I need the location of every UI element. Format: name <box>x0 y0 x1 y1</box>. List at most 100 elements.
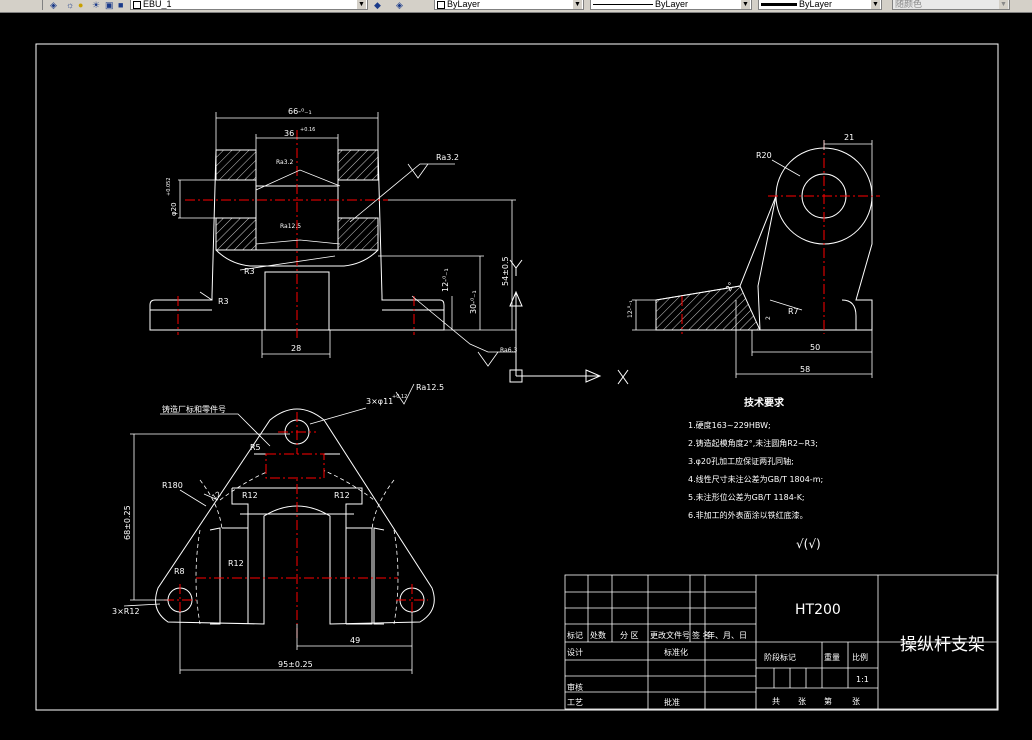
top-texts: 3×φ11 +0.12 Ra12.5 铸造厂标和零件号 R5 R180 12 R… <box>112 383 444 669</box>
dim-text: R8 <box>174 567 185 576</box>
tech-title: 技术要求 <box>744 396 785 409</box>
dim-text: 3×R12 <box>112 607 140 616</box>
linetype-swatch <box>593 4 653 6</box>
tb-label: 张 <box>798 697 806 706</box>
dim-text: 49 <box>350 636 360 645</box>
chevron-down-icon[interactable]: ▼ <box>999 0 1008 9</box>
title-block-texts: HT200 操纵杆支架 标记 处数 分 区 更改文件号 签 名 年、月、日 设计… <box>567 602 985 707</box>
top-view <box>155 408 435 625</box>
light-bulb-icon[interactable]: ● <box>78 0 83 10</box>
top-boss <box>373 527 385 625</box>
tb-label: 年、月、日 <box>707 630 747 640</box>
leader <box>255 239 341 245</box>
toolbar-edge <box>2 0 43 10</box>
side-hatch <box>655 285 761 331</box>
dim-text: 95±0.25 <box>278 660 313 669</box>
linetype-dropdown[interactable]: ByLayer ▼ <box>590 0 752 10</box>
dim-tol: +0.052 <box>166 177 172 196</box>
dim-text: 54±0.5 <box>501 256 510 286</box>
chevron-down-icon[interactable]: ▼ <box>357 0 366 9</box>
tb-label: 共 <box>772 697 780 706</box>
dim-text: R12 <box>334 491 350 500</box>
layer-on-icon[interactable]: ☼ <box>66 0 74 10</box>
tb-label: 审核 <box>567 682 583 692</box>
tech-requirements: 技术要求 1.硬度163~229HBW; 2.铸造起模角度2°,未注圆角R2~R… <box>688 396 823 551</box>
leader <box>199 291 213 301</box>
dim-text: 28 <box>291 344 301 353</box>
dim-text: R12 <box>228 559 244 568</box>
plotstyle-dropdown[interactable]: 随颜色 ▼ <box>892 0 1010 10</box>
ra-text: Ra3.2 <box>436 153 459 162</box>
side-texts: R20 21 2° 12-⁰₋₁ R7 2 50 58 <box>627 133 854 374</box>
chevron-down-icon[interactable]: ▼ <box>871 0 880 9</box>
dim-text: R180 <box>162 481 183 490</box>
layer-freeze-icon[interactable]: ☀ <box>92 0 100 10</box>
ucs-icon <box>509 259 629 385</box>
dim-text: 66-⁰₋₁ <box>288 107 312 116</box>
dim-text: R3 <box>218 297 229 306</box>
part-name: 操纵杆支架 <box>900 635 985 655</box>
hidden-line <box>393 529 399 625</box>
side-fillet <box>841 299 857 330</box>
side-dimensions <box>632 140 873 378</box>
tech-item: 5.未注形位公差为GB/T 1184-K; <box>688 492 805 502</box>
casting-note: 铸造厂标和零件号 <box>162 404 226 414</box>
marking-area <box>265 453 325 479</box>
tb-label: 处数 <box>590 630 606 640</box>
scale-value: 1:1 <box>856 675 869 684</box>
tech-item: 1.硬度163~229HBW; <box>688 420 771 430</box>
tb-label: 比例 <box>852 652 868 662</box>
layer-lock-icon[interactable]: ▣ <box>105 0 114 10</box>
color-swatch <box>437 0 445 9</box>
top-centerlines <box>164 412 428 640</box>
front-hatch-tr <box>337 149 379 181</box>
tb-label: 分 区 <box>620 631 639 640</box>
leader <box>123 603 161 607</box>
tb-label: 阶段标记 <box>764 652 796 662</box>
make-current-layer-icon[interactable]: ◆ <box>374 0 381 10</box>
ra-text: Ra12.5 <box>280 223 301 230</box>
tb-label: 标记 <box>567 630 583 640</box>
ra-text: Ra12.5 <box>416 383 444 392</box>
tech-item: 6.非加工的外表面涂以铁红底漆。 <box>688 510 808 520</box>
roughness-general: √(√) <box>796 537 821 551</box>
dim-text: 30-⁰₋₁ <box>469 290 478 314</box>
dim-text: 12-⁰₋₁ <box>441 268 450 292</box>
hidden-line <box>195 529 201 625</box>
dim-text: R20 <box>756 151 772 160</box>
layer-name: EBU_1 <box>143 0 172 9</box>
side-view <box>655 147 873 331</box>
leader <box>255 169 341 191</box>
dim-text: 36 <box>284 129 294 138</box>
dim-text: 12-⁰₋₁ <box>627 300 634 318</box>
tb-label: 重量 <box>824 652 840 662</box>
chevron-down-icon[interactable]: ▼ <box>573 0 582 9</box>
dim-text: 21 <box>844 133 854 142</box>
lineweight-dropdown[interactable]: ByLayer ▼ <box>758 0 882 10</box>
front-hatch-tl <box>215 149 257 181</box>
layer-dropdown[interactable]: EBU_1 ▼ <box>130 0 368 10</box>
ra-text: Ra6.3 <box>500 347 517 354</box>
layer-previous-icon[interactable]: ◈ <box>396 0 403 10</box>
ucs-x-label <box>617 369 629 385</box>
drawing-canvas[interactable]: 66-⁰₋₁ 36 +0.16 Ra3.2 Ra3.2 Ra12.5 φ20 +… <box>0 12 1032 740</box>
front-hatch-bl <box>215 217 257 251</box>
dim-text: 2 <box>765 316 772 320</box>
leader <box>771 159 801 177</box>
tb-label: 设计 <box>567 647 583 657</box>
dim-text: R3 <box>244 267 255 276</box>
layer-manager-icon[interactable]: ◈ <box>50 0 57 10</box>
dim-tol: +0.16 <box>300 127 315 133</box>
tb-label: 标准化 <box>664 647 688 657</box>
color-dropdown[interactable]: ByLayer ▼ <box>434 0 584 10</box>
ra-text: Ra3.2 <box>276 159 293 166</box>
plotstyle-value: 随颜色 <box>895 0 923 9</box>
lineweight-swatch <box>761 3 797 7</box>
chevron-down-icon[interactable]: ▼ <box>741 0 750 9</box>
layer-color-icon[interactable]: ■ <box>118 0 123 10</box>
top-outline <box>155 408 435 625</box>
dim-text: R12 <box>242 491 258 500</box>
leader <box>179 489 207 507</box>
leader <box>160 413 271 447</box>
tech-item: 2.铸造起模角度2°,未注圆角R2~R3; <box>688 438 818 448</box>
